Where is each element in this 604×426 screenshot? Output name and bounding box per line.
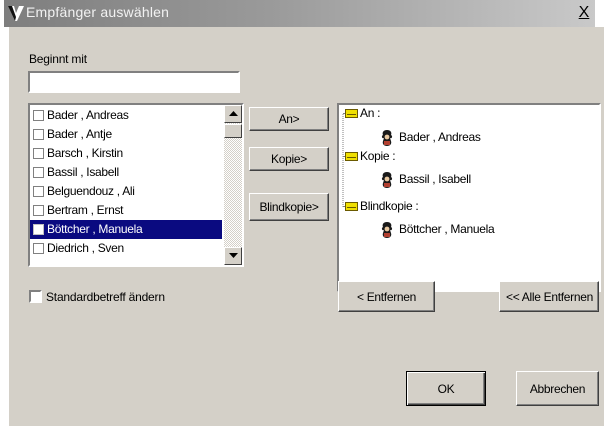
blindkopie-header: Blindkopie :: [360, 199, 419, 213]
list-item-checkbox[interactable]: [33, 148, 44, 159]
list-item-label: Bertram , Ernst: [47, 203, 124, 217]
an-button[interactable]: An>: [249, 107, 329, 131]
abbrechen-button[interactable]: Abbrechen: [516, 371, 599, 406]
kopie-header: Kopie :: [360, 149, 396, 163]
ok-button[interactable]: OK: [406, 371, 486, 406]
dialog-window: Empfänger auswählen X Beginnt mit Bader …: [0, 0, 604, 426]
an-header: An :: [360, 106, 381, 120]
list-item-checkbox[interactable]: [33, 167, 44, 178]
list-item-label: Barsch , Kirstin: [47, 146, 123, 160]
list-item[interactable]: Bader , Andreas: [30, 106, 222, 125]
list-item-checkbox[interactable]: [33, 186, 44, 197]
standardbetreff-checkbox[interactable]: [29, 290, 42, 303]
kopie-recipient[interactable]: Bassil , Isabell: [399, 172, 471, 186]
list-item-checkbox[interactable]: [33, 224, 44, 235]
list-item[interactable]: Barsch , Kirstin: [30, 144, 222, 163]
list-item-checkbox[interactable]: [33, 205, 44, 216]
scroll-down-button[interactable]: [224, 247, 242, 265]
app-logo-icon: [8, 6, 24, 21]
contact-listbox[interactable]: Bader , Andreas Bader , Antje Barsch , Kir…: [28, 103, 244, 267]
entfernen-button[interactable]: < Entfernen: [338, 281, 435, 312]
person-icon: [381, 130, 393, 146]
search-input[interactable]: [28, 71, 240, 93]
arrow-up-icon: [229, 111, 238, 116]
list-item-checkbox[interactable]: [33, 129, 44, 140]
title-bar[interactable]: Empfänger auswählen X: [4, 0, 595, 27]
list-item-checkbox[interactable]: [33, 243, 44, 254]
search-label: Beginnt mit: [29, 52, 87, 66]
envelope-icon: [345, 152, 358, 161]
dialog-body: Beginnt mit Bader , Andreas Bader , Antje…: [9, 27, 604, 426]
list-item[interactable]: Bertram , Ernst: [30, 201, 222, 220]
list-item[interactable]: Diedrich , Sven: [30, 239, 222, 258]
person-icon: [381, 222, 393, 238]
person-icon: [381, 172, 393, 188]
kopie-button[interactable]: Kopie>: [249, 147, 329, 171]
list-item-label: Bassil , Isabell: [47, 165, 119, 179]
an-recipient[interactable]: Bader , Andreas: [399, 130, 481, 144]
envelope-icon: [345, 109, 358, 118]
scroll-thumb[interactable]: [224, 124, 242, 138]
list-scrollbar[interactable]: [224, 105, 242, 265]
window-title: Empfänger auswählen: [26, 4, 170, 20]
list-item-checkbox[interactable]: [33, 110, 44, 121]
envelope-icon: [345, 202, 358, 211]
standardbetreff-label: Standardbetreff ändern: [46, 290, 165, 304]
list-item[interactable]: Bassil , Isabell: [30, 163, 222, 182]
list-item[interactable]: Böttcher , Manuela: [30, 220, 222, 239]
list-item[interactable]: Belguendouz , Ali: [30, 182, 222, 201]
recipient-tree[interactable]: An : Bader , Andreas Kopie : Bassil , Is…: [337, 103, 601, 292]
list-item[interactable]: Bader , Antje: [30, 125, 222, 144]
arrow-down-icon: [229, 253, 238, 258]
blindkopie-recipient[interactable]: Böttcher , Manuela: [399, 222, 495, 236]
list-item-label: Bader , Antje: [47, 127, 112, 141]
list-item-label: Bader , Andreas: [47, 108, 129, 122]
alle-entfernen-button[interactable]: << Alle Entfernen: [499, 281, 599, 312]
list-item-label: Belguendouz , Ali: [47, 184, 135, 198]
list-item-label: Böttcher , Manuela: [47, 222, 143, 236]
scroll-up-button[interactable]: [224, 105, 242, 123]
close-button[interactable]: X: [576, 4, 592, 22]
list-item-label: Diedrich , Sven: [47, 241, 124, 255]
blindkopie-button[interactable]: Blindkopie>: [249, 193, 329, 221]
